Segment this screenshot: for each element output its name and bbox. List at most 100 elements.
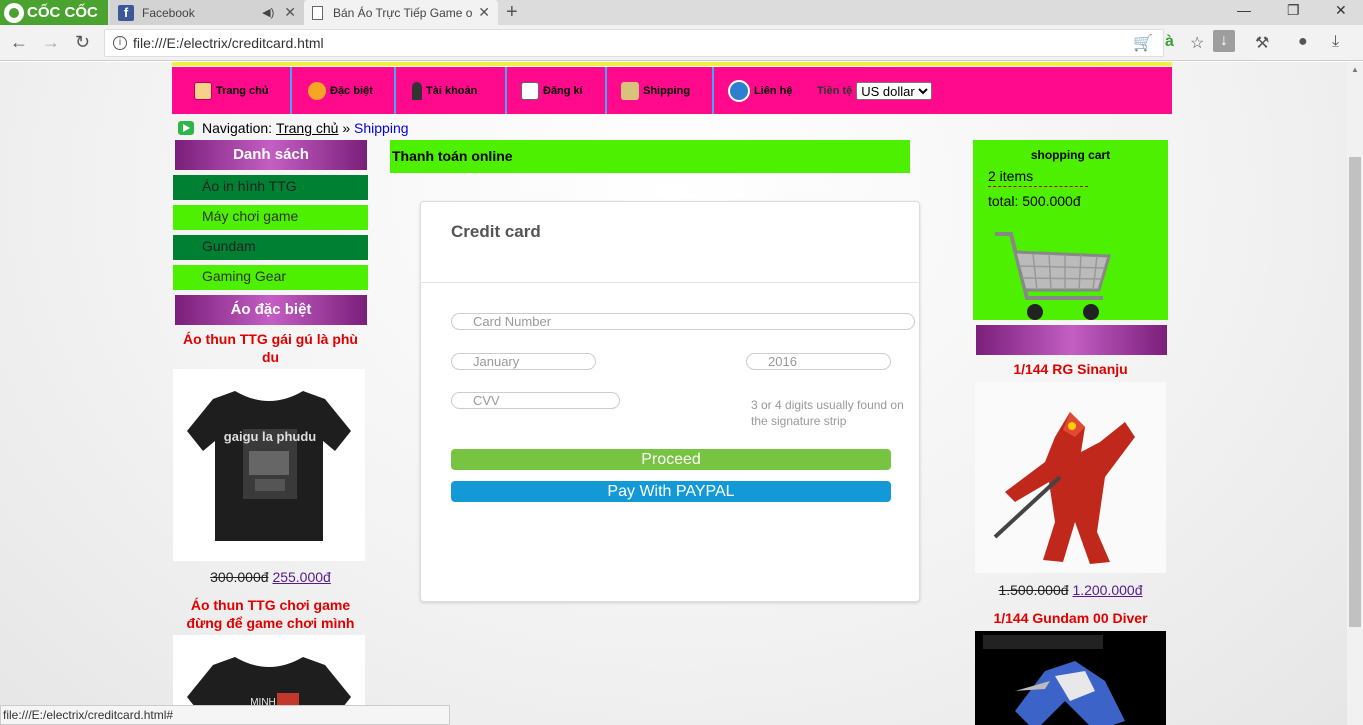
paypal-button[interactable]: Pay With PAYPAL xyxy=(451,481,891,502)
nav-label: Shipping xyxy=(643,84,691,97)
old-price: 1.500.000đ xyxy=(998,582,1069,598)
product-title[interactable]: 1/144 RG Sinanju xyxy=(973,360,1168,378)
tab-title: Bán Áo Trực Tiếp Game o xyxy=(333,5,473,20)
coccoc-logo-icon xyxy=(4,2,24,23)
close-tab-icon[interactable]: ✕ xyxy=(478,4,490,21)
scroll-up-arrow-icon[interactable]: ▲ xyxy=(1351,65,1359,74)
browser-tab-strip: CỐC CỐC f Facebook ◀) ✕ Bán Áo Trực Tiếp… xyxy=(0,0,1363,25)
cvv-hint: 3 or 4 digits usually found on the signa… xyxy=(751,398,904,428)
nav-item-account[interactable]: Tài khoản xyxy=(396,67,507,114)
new-tab-button[interactable]: + xyxy=(506,1,518,24)
credit-card-panel: Credit card Card Number January 2016 CVV… xyxy=(420,201,920,602)
nav-item-shipping[interactable]: Shipping xyxy=(607,67,714,114)
address-text: file:///E:/electrix/creditcard.html xyxy=(133,35,324,51)
shopping-cart-icon xyxy=(995,232,1111,320)
scrollbar-thumb[interactable] xyxy=(1349,157,1361,627)
page-scrollbar[interactable]: ▲ xyxy=(1347,62,1363,725)
expiry-month-select[interactable]: January xyxy=(451,353,596,370)
bookmark-star-icon[interactable]: ☆ xyxy=(1190,33,1204,53)
tools-icon[interactable]: ⚒ xyxy=(1255,33,1269,53)
breadcrumb-current[interactable]: Shipping xyxy=(354,120,409,136)
tab-title: Facebook xyxy=(142,5,195,20)
nav-item-special[interactable]: Đặc biệt xyxy=(292,67,396,114)
card-title: Credit card xyxy=(451,222,541,241)
info-icon[interactable]: i xyxy=(113,36,127,50)
header-strip xyxy=(172,62,1172,66)
nav-label: Trang chủ xyxy=(216,84,269,97)
forward-button[interactable]: → xyxy=(42,32,60,53)
nav-item-home[interactable]: Trang chủ xyxy=(172,67,292,114)
cvv-input[interactable]: CVV xyxy=(451,392,620,409)
browser-brand-label: CỐC CỐC xyxy=(27,4,98,21)
nav-label: Đặc biệt xyxy=(330,84,373,97)
tshirt-print-text: gaigu la phudu xyxy=(224,429,316,444)
currency-select[interactable]: US dollar xyxy=(856,81,933,100)
new-price[interactable]: 255.000đ xyxy=(272,569,330,585)
page-viewport: Trang chủ Đặc biệt Tài khoản Đăng kí Shi… xyxy=(0,62,1347,725)
cart-total: total: 500.000đ xyxy=(988,193,1081,209)
user-icon xyxy=(412,81,422,100)
nav-item-contact[interactable]: Liên hệ xyxy=(714,67,813,114)
tab-active[interactable]: Bán Áo Trực Tiếp Game o ✕ xyxy=(304,0,498,25)
reload-button[interactable]: ↻ xyxy=(75,32,90,53)
profile-icon[interactable]: ● xyxy=(1298,33,1308,51)
category-item[interactable]: Máy chơi game xyxy=(173,205,368,230)
download-icon[interactable]: ⤓ xyxy=(1332,33,1339,51)
product-price: 300.000đ 255.000đ xyxy=(173,569,368,585)
product-title[interactable]: Áo thun TTG gái gú là phù du xyxy=(173,330,368,366)
nav-item-register[interactable]: Đăng kí xyxy=(507,67,607,114)
divider xyxy=(421,282,919,283)
breadcrumb-home-link[interactable]: Trang chủ xyxy=(276,120,339,136)
category-item[interactable]: Áo in hình TTG xyxy=(173,175,368,200)
card-number-input[interactable]: Card Number xyxy=(451,313,915,330)
back-button[interactable]: ← xyxy=(10,32,28,53)
proceed-button[interactable]: Proceed xyxy=(451,449,891,470)
gundam-sinanju-image[interactable] xyxy=(975,382,1166,573)
address-bar[interactable]: i file:///E:/electrix/creditcard.html xyxy=(104,29,1164,57)
product-title[interactable]: Áo thun TTG chơi game đừng để game chơi … xyxy=(173,596,368,632)
category-item[interactable]: Gaming Gear xyxy=(173,265,368,290)
category-item[interactable]: Gundam xyxy=(173,235,368,260)
tshirt-image[interactable]: gaigu la phudu xyxy=(173,369,365,561)
featured-heading xyxy=(976,325,1167,355)
address-toolbar: ← → ↻ i file:///E:/electrix/creditcard.h… xyxy=(0,25,1363,61)
close-window-button[interactable]: ✕ xyxy=(1335,2,1347,19)
currency-selector: Tiền tệ US dollar xyxy=(813,81,933,100)
payment-heading: Thanh toán online xyxy=(390,140,910,173)
speaker-icon[interactable]: ◀) xyxy=(262,6,274,19)
hand-icon xyxy=(308,81,326,100)
special-heading: Áo đặc biệt xyxy=(175,295,367,325)
shipping-icon xyxy=(621,81,639,100)
currency-label: Tiền tệ xyxy=(817,84,853,97)
tab-facebook[interactable]: f Facebook ◀) ✕ xyxy=(110,0,304,25)
nav-label: Tài khoản xyxy=(426,84,478,97)
nav-label: Đăng kí xyxy=(543,84,583,97)
main-nav: Trang chủ Đặc biệt Tài khoản Đăng kí Shi… xyxy=(172,67,1172,114)
cart-title: shopping cart xyxy=(1030,148,1111,162)
close-tab-icon[interactable]: ✕ xyxy=(284,4,296,21)
product-title[interactable]: 1/144 Gundam 00 Diver xyxy=(973,609,1168,627)
category-list-heading: Danh sách xyxy=(175,140,367,170)
play-icon xyxy=(178,121,194,135)
cart-extension-icon[interactable]: 🛒 xyxy=(1133,33,1153,53)
home-icon xyxy=(194,81,212,100)
shopping-cart-box[interactable]: shopping cart 2 items total: 500.000đ xyxy=(973,140,1168,320)
breadcrumb-prefix: Navigation: xyxy=(202,120,273,136)
phone-icon xyxy=(728,79,750,102)
restore-button[interactable]: ❐ xyxy=(1287,2,1300,19)
facebook-icon: f xyxy=(118,4,134,21)
status-bar: file:///E:/electrix/creditcard.html# xyxy=(0,705,450,725)
minimize-button[interactable]: — xyxy=(1237,2,1251,18)
typing-extension-icon[interactable]: à xyxy=(1165,33,1174,51)
gundam-diver-image[interactable] xyxy=(975,631,1166,725)
expiry-year-select[interactable]: 2016 xyxy=(746,353,891,370)
new-price[interactable]: 1.200.000đ xyxy=(1072,582,1142,598)
page-icon xyxy=(312,5,323,20)
old-price: 300.000đ xyxy=(210,569,269,585)
product-price: 1.500.000đ 1.200.000đ xyxy=(973,582,1168,598)
breadcrumb: Navigation: Trang chủ » Shipping xyxy=(178,120,409,136)
register-icon xyxy=(521,81,539,100)
nav-label: Liên hệ xyxy=(754,84,793,97)
download-extension-icon[interactable]: ↓ xyxy=(1213,30,1235,52)
browser-brand[interactable]: CỐC CỐC xyxy=(0,0,108,25)
